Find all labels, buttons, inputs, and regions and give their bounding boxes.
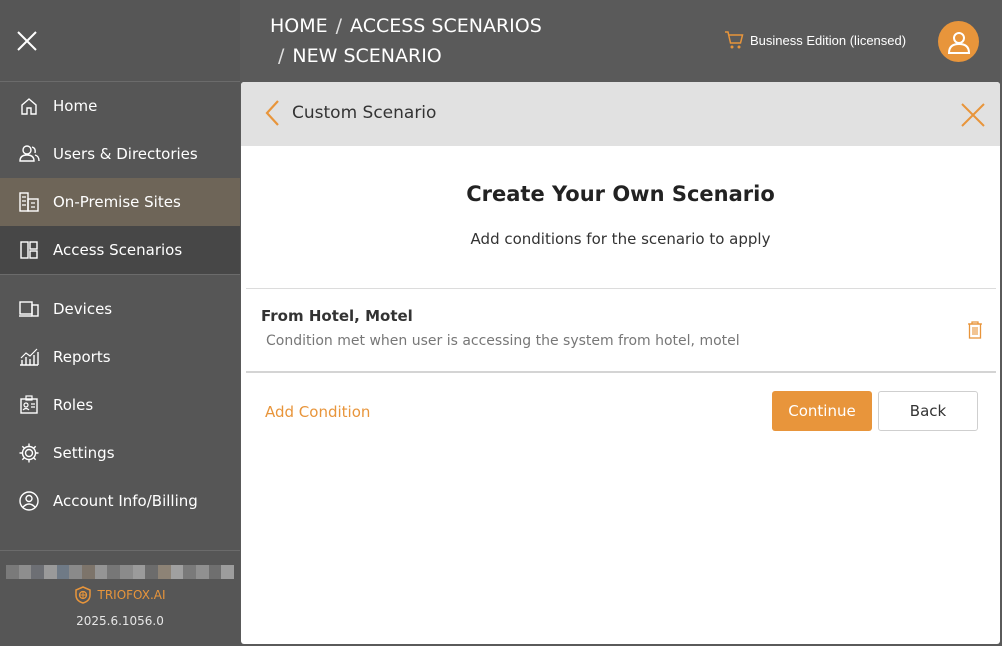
- edition-badge[interactable]: Business Edition (licensed): [724, 30, 906, 50]
- page-subtitle: Add conditions for the scenario to apply: [470, 230, 771, 248]
- avatar[interactable]: [938, 21, 979, 62]
- layout-icon: [18, 239, 40, 261]
- shield-globe-icon: [75, 586, 92, 604]
- sidebar-item-account-billing[interactable]: Account Info/Billing: [0, 477, 240, 525]
- sidebar-item-label: On-Premise Sites: [53, 193, 181, 211]
- add-condition-link[interactable]: Add Condition: [265, 403, 370, 421]
- sidebar-item-label: Account Info/Billing: [53, 492, 198, 510]
- building-icon: [18, 191, 40, 213]
- sidebar-item-label: Users & Directories: [53, 145, 198, 163]
- sidebar-item-label: Settings: [53, 444, 115, 462]
- continue-button[interactable]: Continue: [772, 391, 872, 431]
- sidebar-item-label: Roles: [53, 396, 94, 414]
- panel-header: Custom Scenario: [241, 82, 1000, 146]
- page-title: Create Your Own Scenario: [466, 182, 775, 206]
- chart-icon: [18, 346, 40, 368]
- sidebar-item-label: Access Scenarios: [53, 241, 183, 259]
- breadcrumb-home[interactable]: HOME: [270, 15, 328, 37]
- sidebar-item-on-premise-sites[interactable]: On-Premise Sites: [0, 178, 240, 226]
- user-icon: [947, 31, 970, 54]
- blurred-account-info: [6, 565, 235, 579]
- condition-description: Condition met when user is accessing the…: [266, 333, 740, 349]
- sidebar-item-roles[interactable]: Roles: [0, 381, 240, 429]
- sidebar-item-access-scenarios[interactable]: Access Scenarios: [0, 226, 240, 274]
- condition-title: From Hotel, Motel: [261, 307, 413, 325]
- brand: TRIOFOX.AI: [0, 586, 240, 604]
- breadcrumb-separator: /: [335, 15, 343, 37]
- breadcrumb-new-scenario: NEW SCENARIO: [292, 45, 442, 67]
- close-icon[interactable]: [16, 30, 38, 52]
- sidebar-item-devices[interactable]: Devices: [0, 285, 240, 333]
- sidebar-item-home[interactable]: Home: [0, 82, 240, 130]
- breadcrumb-line2: / NEW SCENARIO: [278, 45, 442, 67]
- devices-icon: [18, 298, 40, 320]
- breadcrumb: HOME / ACCESS SCENARIOS: [270, 15, 542, 37]
- breadcrumb-access-scenarios[interactable]: ACCESS SCENARIOS: [350, 15, 542, 37]
- users-icon: [18, 143, 40, 165]
- sidebar-item-users[interactable]: Users & Directories: [0, 130, 240, 178]
- chevron-left-icon[interactable]: [263, 99, 283, 127]
- sidebar-item-label: Devices: [53, 300, 113, 318]
- sidebar-item-settings[interactable]: Settings: [0, 429, 240, 477]
- account-icon: [18, 490, 40, 512]
- close-icon[interactable]: [959, 101, 987, 129]
- sidebar-item-reports[interactable]: Reports: [0, 333, 240, 381]
- sidebar: Home Users & Directories On-Premise Site…: [0, 0, 240, 646]
- back-button[interactable]: Back: [878, 391, 978, 431]
- brand-name: TRIOFOX.AI: [97, 588, 166, 602]
- edition-label: Business Edition (licensed): [750, 32, 907, 48]
- sidebar-header: [0, 0, 240, 82]
- sidebar-item-label: Home: [53, 97, 98, 115]
- trash-icon[interactable]: [967, 321, 983, 339]
- id-card-icon: [18, 394, 40, 416]
- gear-icon: [18, 442, 40, 464]
- breadcrumb-separator: /: [278, 45, 285, 67]
- sidebar-divider: [0, 550, 240, 551]
- sidebar-divider: [0, 274, 240, 275]
- sidebar-item-label: Reports: [53, 348, 111, 366]
- cart-icon: [725, 31, 744, 49]
- version-label: 2025.6.1056.0: [76, 614, 164, 628]
- home-icon: [18, 95, 40, 117]
- scenario-panel: Custom Scenario Create Your Own Scenario…: [241, 82, 1000, 644]
- panel-title: Custom Scenario: [292, 103, 437, 123]
- condition-item: From Hotel, Motel Condition met when use…: [246, 288, 996, 373]
